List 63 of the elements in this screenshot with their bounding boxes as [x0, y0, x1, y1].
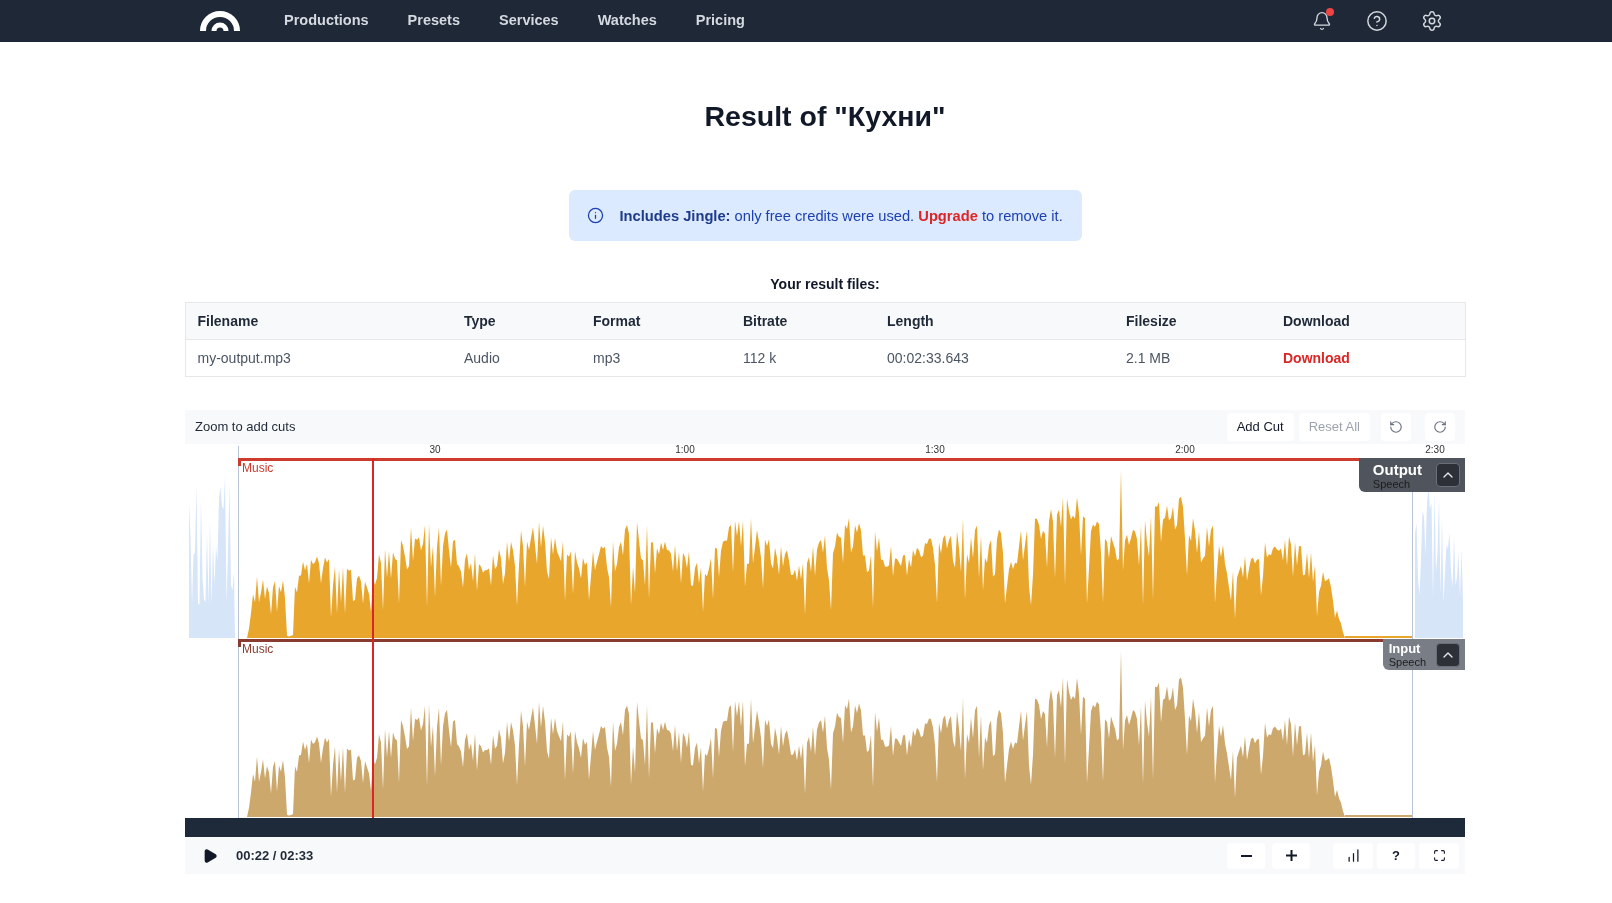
play-button[interactable]	[202, 847, 218, 864]
time-tick-label: 30	[429, 444, 441, 456]
column-header: Format	[581, 302, 731, 340]
minus-icon	[1240, 854, 1252, 857]
table-cell: Audio	[452, 339, 581, 377]
column-header: Filesize	[1114, 302, 1271, 340]
info-icon	[586, 207, 604, 224]
column-header: Length	[875, 302, 1114, 340]
table-cell: 112 k	[731, 339, 875, 377]
collapse-button[interactable]	[1436, 463, 1460, 487]
time-tick-label: 2:30	[1425, 444, 1445, 456]
download-link[interactable]: Download	[1283, 349, 1350, 366]
playhead[interactable]	[371, 458, 374, 818]
collapse-button[interactable]	[1436, 642, 1460, 667]
levels-button[interactable]	[1333, 842, 1373, 869]
nav-link[interactable]: Services	[499, 10, 559, 32]
zoom-out-button[interactable]	[1227, 842, 1265, 869]
nav-link[interactable]: Pricing	[695, 10, 745, 32]
notice-text: Includes Jingle: only free credits were used. Upgrade to remove it.	[619, 206, 1063, 226]
bell-icon	[1312, 11, 1332, 31]
settings-icon	[1421, 10, 1443, 32]
section-heading: Your result files:	[770, 275, 880, 294]
nav-link[interactable]: Productions	[284, 10, 369, 32]
zoom-in-button[interactable]	[1272, 842, 1310, 869]
track-name: Input	[1388, 641, 1421, 656]
help-button[interactable]: ?	[1377, 842, 1415, 869]
bar-chart-icon	[1345, 848, 1361, 863]
column-header: Bitrate	[731, 302, 875, 340]
undo-button[interactable]	[1381, 413, 1411, 441]
play-icon	[202, 847, 218, 864]
help-icon	[1366, 10, 1388, 32]
column-header: Download	[1271, 302, 1465, 340]
nav-link[interactable]: Watches	[597, 10, 657, 32]
redo-icon	[1433, 420, 1447, 434]
table-cell: 00:02:33.643	[875, 339, 1114, 377]
track-name: Output	[1372, 460, 1422, 478]
table-cell: my-output.mp3	[185, 339, 452, 377]
toolbar-hint: Zoom to add cuts	[195, 418, 296, 437]
notifications-button[interactable]	[1311, 10, 1333, 32]
page-title: Result of "Кухни"	[704, 99, 946, 133]
settings-button[interactable]	[1421, 10, 1443, 32]
column-header: Filename	[185, 302, 452, 340]
fullscreen-button[interactable]	[1419, 842, 1459, 869]
undo-icon	[1389, 420, 1403, 434]
upgrade-link[interactable]: Upgrade	[918, 207, 978, 224]
segment-label: Music	[242, 461, 274, 475]
segment-label: Speech	[1372, 477, 1411, 490]
time-tick-label: 2:00	[1175, 444, 1195, 456]
nav-link[interactable]: Presets	[407, 10, 460, 32]
segment-label: Speech	[1388, 656, 1426, 668]
column-header: Type	[452, 302, 581, 340]
fullscreen-icon	[1432, 849, 1446, 862]
toolbar-button[interactable]: Add Cut	[1226, 413, 1294, 441]
redo-button[interactable]	[1425, 413, 1455, 441]
table-cell: 2.1 MB	[1114, 339, 1271, 377]
segment-label: Music	[242, 642, 274, 656]
time-display: 00:22 / 02:33	[236, 846, 314, 865]
plus-icon	[1285, 850, 1297, 861]
time-tick-label: 1:30	[925, 444, 945, 456]
table-cell: mp3	[581, 339, 731, 377]
logo-icon	[200, 11, 240, 31]
time-tick-label: 1:00	[675, 444, 695, 456]
help-button[interactable]	[1366, 10, 1388, 32]
